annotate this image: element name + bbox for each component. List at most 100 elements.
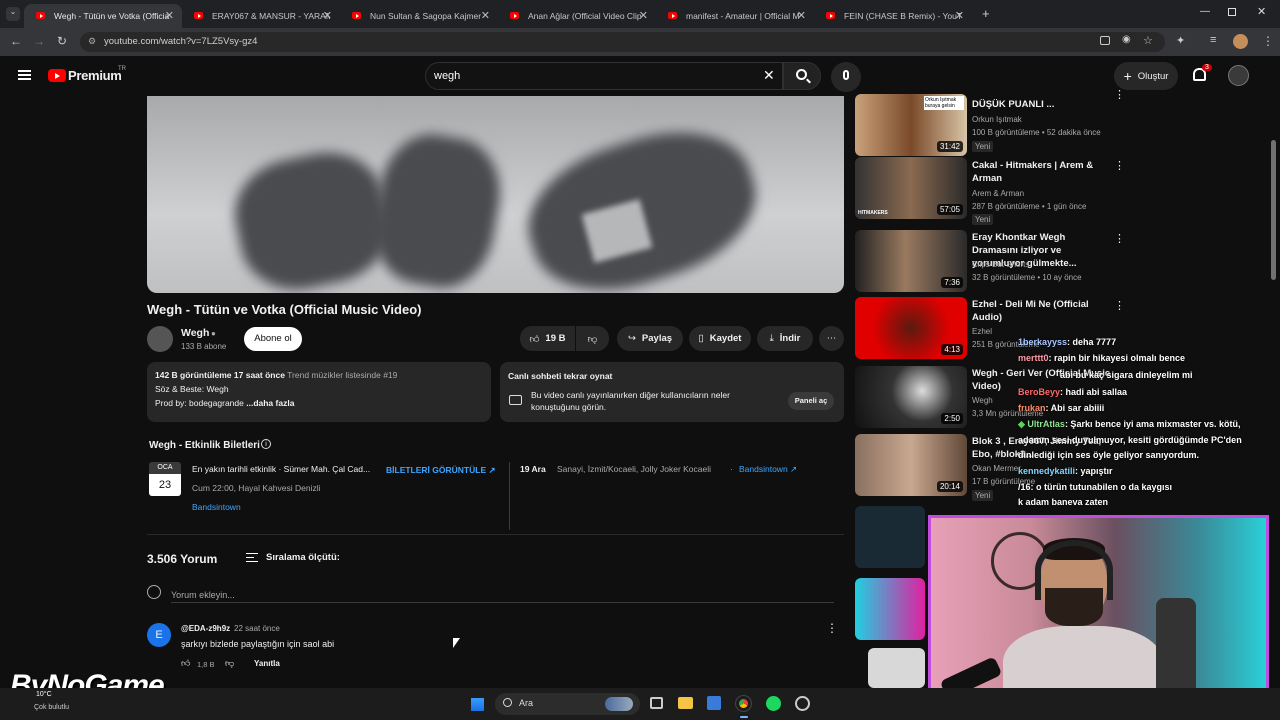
save-button[interactable]: ▯ Kaydet <box>689 326 751 351</box>
url-field[interactable]: ⚙ youtube.com/watch?v=7LZ5Vsy-gz4 ◉ ☆ <box>80 32 1165 52</box>
close-icon[interactable]: ✕ <box>797 9 806 22</box>
dislike-button[interactable]: 👎︎ <box>576 326 609 351</box>
eye-off-icon[interactable]: ◉ <box>1122 34 1131 45</box>
close-icon[interactable]: ✕ <box>481 9 490 22</box>
comment-like-icon[interactable]: 👍︎ <box>181 658 190 669</box>
video-thumbnail[interactable] <box>868 648 925 688</box>
video-thumbnail[interactable]: 20:14 <box>855 434 967 496</box>
chat-message: adamın sesi duyulmuyor, kesiti gördüğümd… <box>1018 435 1242 445</box>
tab-2[interactable]: Nun Sultan & Sagopa Kajmer ✕ <box>340 4 498 28</box>
menu-icon[interactable]: ⋮ <box>1262 34 1274 48</box>
event-provider-link[interactable]: Bandsintown <box>192 502 241 512</box>
related-video[interactable]: Orkun Işıtmak buraya gelsin 31:42 DÜŞÜK … <box>855 89 1125 156</box>
view-tickets-link[interactable]: BİLETLERİ GÖRÜNTÜLE ↗ <box>386 465 496 476</box>
channel-avatar[interactable] <box>147 326 173 352</box>
profile-avatar[interactable] <box>1233 34 1248 49</box>
description-line: Prod by: bodegagrande <box>155 398 244 408</box>
file-explorer-icon[interactable] <box>678 697 693 709</box>
app-icon[interactable] <box>795 696 810 711</box>
reply-button[interactable]: Yanıtla <box>254 659 280 668</box>
description-box[interactable]: 142 B görüntüleme 17 saat önce Trend müz… <box>147 362 491 422</box>
comment-input[interactable]: Yorum ekleyin... <box>171 585 834 603</box>
taskbar-search[interactable]: Ara <box>495 693 640 715</box>
share-button[interactable]: ↪ Paylaş <box>617 326 683 351</box>
download-button[interactable]: ⤓ İndir <box>757 326 813 351</box>
video-menu-icon[interactable]: ⋮ <box>1114 159 1125 172</box>
commenter-avatar[interactable]: E <box>147 623 171 647</box>
new-tab-icon[interactable]: + <box>982 6 990 21</box>
video-thumbnail[interactable]: 4:13 <box>855 297 967 359</box>
video-thumbnail[interactable]: Orkun Işıtmak buraya gelsin 31:42 <box>855 94 967 156</box>
subscribe-button[interactable]: Abone ol <box>244 327 302 351</box>
close-window-icon[interactable]: ✕ <box>1257 5 1266 18</box>
video-menu-icon[interactable]: ⋮ <box>1114 88 1125 101</box>
account-avatar[interactable] <box>1228 65 1249 86</box>
youtube-logo-icon[interactable] <box>48 69 66 82</box>
chat-text: : deha 7777 <box>1067 337 1117 347</box>
info-icon[interactable]: i <box>261 439 271 449</box>
tab-list-icon[interactable]: ⌄ <box>6 7 20 21</box>
chat-message: k adam baneva zaten <box>1018 497 1108 507</box>
event-time: Cum 22:00, Hayal Kahvesi Denizli <box>192 483 321 493</box>
video-player[interactable] <box>147 96 844 293</box>
back-icon[interactable]: ← <box>10 34 22 48</box>
more-actions-button[interactable]: ⋯ <box>819 326 844 351</box>
related-video[interactable]: HITMAKERS 57:05 Cakal - Hitmakers | Arem… <box>855 157 1125 225</box>
chat-text: abi bu kaç sigara dinleyelim mi <box>1060 370 1193 380</box>
voice-search-button[interactable] <box>831 62 861 92</box>
tab-0[interactable]: Wegh - Tütün ve Votka (Officia ✕ <box>24 4 182 28</box>
tab-5[interactable]: FEIN (CHASE B Remix) - YouTu ✕ <box>814 4 972 28</box>
chat-message: frukan: Abi sar abiiii <box>1018 403 1104 413</box>
related-video[interactable]: 7:36 Eray Khontkar Wegh Dramasını izliyo… <box>855 230 1125 292</box>
hamburger-icon[interactable] <box>18 70 31 80</box>
install-icon[interactable] <box>1100 36 1110 45</box>
start-button[interactable] <box>470 697 484 711</box>
event-provider-link[interactable]: Bandsintown ↗ <box>739 464 797 475</box>
event-divider <box>509 462 510 530</box>
reload-icon[interactable]: ↻ <box>57 34 67 48</box>
close-icon[interactable]: ✕ <box>955 9 964 22</box>
related-video[interactable]: 4:13 Ezhel - Deli Mi Ne (Official Audio)… <box>855 297 1125 359</box>
like-button[interactable]: 👍︎ 19 B <box>520 326 575 351</box>
tab-4[interactable]: manifest - Amateur | Official M ✕ <box>656 4 814 28</box>
create-button[interactable]: + Oluştur <box>1114 62 1178 90</box>
search-button[interactable] <box>783 62 821 90</box>
video-duration: 4:13 <box>941 344 963 355</box>
close-icon[interactable]: ✕ <box>165 9 174 22</box>
bookmark-star-icon[interactable]: ☆ <box>1143 34 1153 47</box>
spotify-icon[interactable] <box>766 696 781 711</box>
close-icon[interactable]: ✕ <box>323 9 332 22</box>
video-thumbnail[interactable] <box>855 506 925 568</box>
video-thumbnail[interactable]: 7:36 <box>855 230 967 292</box>
video-menu-icon[interactable]: ⋮ <box>1114 232 1125 245</box>
chrome-icon[interactable] <box>735 695 752 712</box>
clear-search-icon[interactable]: ✕ <box>763 67 775 84</box>
extensions-icon[interactable]: ✦ <box>1176 34 1185 47</box>
forward-icon[interactable]: → <box>33 34 45 48</box>
chat-message: 1berkayyss: deha 7777 <box>1018 337 1116 347</box>
comment-author[interactable]: @EDA-z9h9z <box>181 624 230 633</box>
show-more-link[interactable]: ...daha fazla <box>246 398 294 408</box>
page-scrollbar[interactable] <box>1271 140 1276 280</box>
tab-3[interactable]: Anan Ağlar (Official Video Clip ✕ <box>498 4 656 28</box>
reading-list-icon[interactable]: ≡ <box>1210 34 1216 46</box>
open-panel-button[interactable]: Paneli aç <box>788 392 834 410</box>
sort-icon[interactable] <box>246 553 258 562</box>
site-info-icon[interactable]: ⚙ <box>88 36 96 47</box>
video-thumbnail[interactable]: 2:50 <box>855 366 967 428</box>
minimize-icon[interactable]: — <box>1200 6 1210 17</box>
video-menu-icon[interactable]: ⋮ <box>1114 299 1125 312</box>
channel-name[interactable]: Wegh <box>181 327 209 339</box>
close-icon[interactable]: ✕ <box>639 9 648 22</box>
task-view-icon[interactable] <box>650 697 663 709</box>
comment-menu-icon[interactable]: ⋮ <box>826 621 838 635</box>
search-input[interactable]: wegh <box>425 62 783 90</box>
video-thumbnail[interactable] <box>855 578 925 640</box>
trend-badge[interactable]: Trend müzikler listesinde #19 <box>287 370 397 380</box>
tab-1[interactable]: ERAY067 & MANSUR - YARAM ✕ <box>182 4 340 28</box>
restore-icon[interactable] <box>1228 8 1236 16</box>
comment-dislike-icon[interactable]: 👎︎ <box>225 658 234 669</box>
store-icon[interactable] <box>707 696 721 710</box>
sort-button[interactable]: Sıralama ölçütü: <box>266 552 340 563</box>
video-thumbnail[interactable]: HITMAKERS 57:05 <box>855 157 967 219</box>
